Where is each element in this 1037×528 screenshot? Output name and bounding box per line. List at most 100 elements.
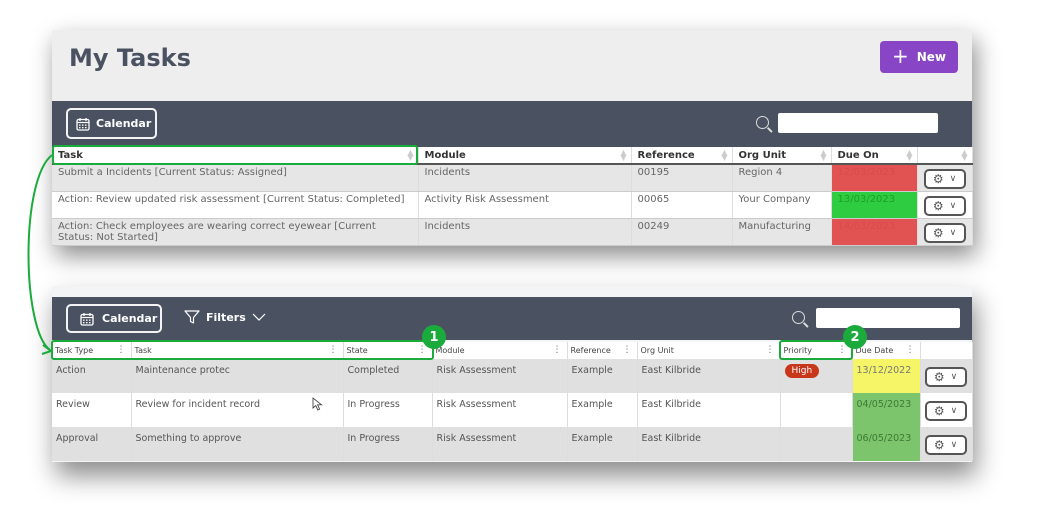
calendar-icon <box>76 117 90 131</box>
chevron-down-icon: ∨ <box>950 406 958 416</box>
search-icon[interactable] <box>756 116 769 129</box>
gear-icon: ⚙ <box>933 438 945 452</box>
cell-task[interactable]: Maintenance protec <box>131 359 344 393</box>
cell-org-unit: East Kilbride <box>637 427 781 461</box>
cell-module: Incidents <box>418 164 632 192</box>
chevron-down-icon <box>252 313 266 321</box>
column-header-org-unit[interactable]: Org Unit ⋮ <box>637 342 781 359</box>
filters-button[interactable]: Filters <box>184 309 266 325</box>
cell-actions: ⚙ ∨ <box>917 191 973 219</box>
filters-label: Filters <box>206 310 246 324</box>
highlight-task-column-old <box>52 145 418 165</box>
table-row[interactable]: Approval Something to approve In Progres… <box>52 427 973 461</box>
table-row[interactable]: Action: Review updated risk assessment [… <box>52 191 973 219</box>
column-menu-icon[interactable]: ⋮ <box>553 345 562 355</box>
table-row[interactable]: Submit a Incidents [Current Status: Assi… <box>52 164 973 192</box>
column-header-org-unit[interactable]: Org Unit ▲ ▼ <box>732 147 832 165</box>
search-input[interactable] <box>816 308 960 328</box>
calendar-button[interactable]: Calendar <box>66 108 157 139</box>
priority-badge: High <box>784 364 820 378</box>
cell-actions: ⚙ ∨ <box>917 218 973 246</box>
chevron-down-icon: ∨ <box>949 227 957 238</box>
cell-task[interactable]: Action: Review updated risk assessment [… <box>52 191 419 219</box>
cell-task[interactable]: Action: Check employees are wearing corr… <box>52 218 419 246</box>
column-menu-icon[interactable]: ⋮ <box>906 345 915 355</box>
cell-actions: ⚙ ∨ <box>920 427 973 461</box>
sort-icon[interactable]: ▲ ▼ <box>721 149 727 162</box>
cell-task[interactable]: Review for incident record <box>131 393 344 427</box>
sort-icon[interactable]: ▲ ▼ <box>961 149 967 162</box>
column-header-actions <box>920 342 973 359</box>
cell-due-on: 12/03/2023 <box>831 164 918 192</box>
cell-module: Risk Assessment <box>432 359 568 393</box>
chevron-down-icon: ∨ <box>950 440 958 450</box>
cell-due-date: 06/05/2023 <box>852 427 921 461</box>
row-actions-button[interactable]: ⚙ ∨ <box>924 435 967 455</box>
chevron-down-icon: ∨ <box>949 173 957 184</box>
cell-task-type: Action <box>52 359 132 393</box>
row-actions-button[interactable]: ⚙ ∨ <box>923 169 966 189</box>
cell-reference: Example <box>567 427 638 461</box>
cell-task-type: Review <box>52 393 132 427</box>
search-icon[interactable] <box>792 311 805 324</box>
filter-icon <box>184 310 200 324</box>
column-header-module[interactable]: Module ⋮ <box>432 342 568 359</box>
cell-due-date: 04/05/2023 <box>852 393 921 427</box>
chevron-down-icon: ∨ <box>950 372 958 382</box>
gear-icon: ⚙ <box>932 171 944 186</box>
row-actions-button[interactable]: ⚙ ∨ <box>924 367 967 387</box>
cell-task[interactable]: Something to approve <box>131 427 344 461</box>
column-header-reference[interactable]: Reference ▲ ▼ <box>631 147 733 165</box>
toolbar: Calendar <box>52 101 972 147</box>
highlight-columns-new <box>51 340 434 360</box>
cell-task[interactable]: Submit a Incidents [Current Status: Assi… <box>52 164 419 192</box>
cell-actions: ⚙ ∨ <box>917 164 973 192</box>
cell-task-type: Approval <box>52 427 132 461</box>
cell-priority <box>780 427 853 461</box>
cell-due-on: 14/03/2023 <box>831 218 918 246</box>
toolbar: Calendar Filters <box>52 297 972 340</box>
cell-org-unit: East Kilbride <box>637 393 781 427</box>
cell-org-unit: East Kilbride <box>637 359 781 393</box>
gear-icon: ⚙ <box>932 225 944 240</box>
column-header-due-on[interactable]: Due On ▲ ▼ <box>831 147 918 165</box>
sort-icon[interactable]: ▲ ▼ <box>906 149 912 162</box>
cell-actions: ⚙ ∨ <box>920 393 973 427</box>
row-actions-button[interactable]: ⚙ ∨ <box>923 223 966 243</box>
my-tasks-panel-new: Calendar Filters Task Type ⋮ Task ⋮ State ⋮… <box>52 286 973 462</box>
plus-icon: + <box>891 44 909 68</box>
chevron-down-icon: ∨ <box>949 200 957 211</box>
column-menu-icon[interactable]: ⋮ <box>766 345 775 355</box>
my-tasks-panel-old: My Tasks + New Calendar Task ▲ ▼ Module ▲ ▼ … <box>52 30 973 246</box>
cell-reference: 00195 <box>631 164 733 192</box>
page-title: My Tasks <box>69 44 191 72</box>
mouse-cursor-icon <box>312 397 323 411</box>
cell-reference: 00065 <box>631 191 733 219</box>
table-row[interactable]: Action: Check employees are wearing corr… <box>52 218 973 246</box>
gear-icon: ⚙ <box>932 198 944 213</box>
cell-state: In Progress <box>343 427 433 461</box>
table-row[interactable]: Action Maintenance protec Completed Risk… <box>52 359 973 393</box>
row-actions-button[interactable]: ⚙ ∨ <box>924 401 967 421</box>
search-input[interactable] <box>778 113 938 133</box>
new-button[interactable]: + New <box>880 41 958 73</box>
column-header-actions[interactable]: ▲ ▼ <box>917 147 973 165</box>
cell-org-unit: Your Company <box>732 191 832 219</box>
table-row[interactable]: Review Review for incident record In Pro… <box>52 393 973 427</box>
cell-org-unit: Manufacturing <box>732 218 832 246</box>
column-menu-icon[interactable]: ⋮ <box>623 345 632 355</box>
new-button-label: New <box>916 50 947 64</box>
cell-state: In Progress <box>343 393 433 427</box>
sort-icon[interactable]: ▲ ▼ <box>620 149 626 162</box>
sort-icon[interactable]: ▲ ▼ <box>820 149 826 162</box>
cell-module: Risk Assessment <box>432 427 568 461</box>
column-header-module[interactable]: Module ▲ ▼ <box>418 147 632 165</box>
callout-badge-1: 1 <box>422 325 446 349</box>
row-actions-button[interactable]: ⚙ ∨ <box>923 196 966 216</box>
calendar-button[interactable]: Calendar <box>66 304 162 333</box>
cell-module: Risk Assessment <box>432 393 568 427</box>
cell-reference: Example <box>567 393 638 427</box>
calendar-label: Calendar <box>96 117 152 130</box>
cell-due-on: 13/03/2023 <box>831 191 918 219</box>
column-header-reference[interactable]: Reference ⋮ <box>567 342 638 359</box>
